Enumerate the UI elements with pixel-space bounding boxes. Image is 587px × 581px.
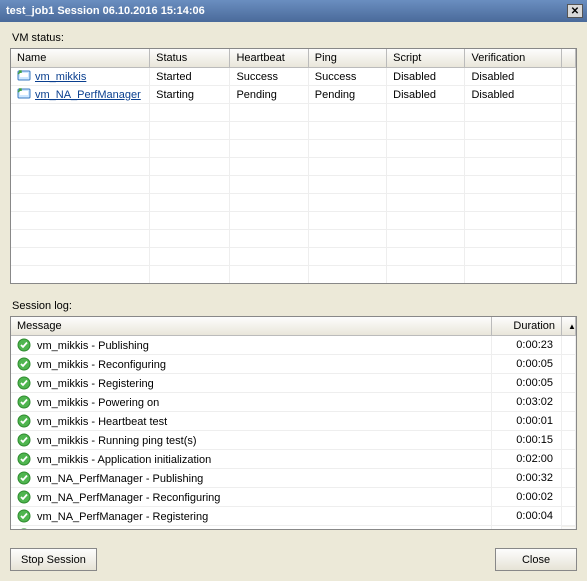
footer: Stop Session Close	[10, 536, 577, 571]
check-icon	[17, 471, 31, 485]
table-row[interactable]: vm_mikkis - Publishing 0:00:23	[11, 336, 576, 355]
vm-name-link[interactable]: vm_mikkis	[35, 71, 86, 83]
table-row[interactable]: vm_NA_PerfManager - Reconfiguring 0:00:02	[11, 488, 576, 507]
table-row	[11, 230, 576, 248]
scroll-up-icon[interactable]: ▲	[562, 317, 576, 336]
cell-status: Starting	[150, 86, 230, 104]
table-row[interactable]: vm_NA_PerfManager - Publishing 0:00:32	[11, 469, 576, 488]
log-message: vm_mikkis - Heartbeat test	[37, 416, 167, 428]
col-ping[interactable]: Ping	[308, 49, 386, 68]
table-row[interactable]: vm_mikkis - Running ping test(s) 0:00:15	[11, 431, 576, 450]
check-icon	[17, 509, 31, 523]
table-row	[11, 122, 576, 140]
vm-table-header-row: Name Status Heartbeat Ping Script Verifi…	[11, 49, 576, 68]
vm-icon	[17, 88, 31, 100]
table-row[interactable]: vm_mikkis - Application initialization 0:…	[11, 450, 576, 469]
stop-session-button[interactable]: Stop Session	[10, 548, 97, 571]
table-row	[11, 248, 576, 266]
table-row	[11, 194, 576, 212]
table-row[interactable]: vm_mikkis - Reconfiguring 0:00:05	[11, 355, 576, 374]
table-row[interactable]: vm_mikkisStartedSuccessSuccessDisabledDi…	[11, 68, 576, 86]
log-message: vm_mikkis - Running ping test(s)	[37, 435, 197, 447]
check-icon	[17, 338, 31, 352]
table-row	[11, 104, 576, 122]
log-message: vm_mikkis - Powering on	[37, 397, 159, 409]
col-verification[interactable]: Verification	[465, 49, 561, 68]
log-duration: 0:00:15	[492, 431, 562, 450]
col-message[interactable]: Message	[11, 317, 492, 336]
col-heartbeat[interactable]: Heartbeat	[230, 49, 308, 68]
col-duration[interactable]: Duration	[492, 317, 562, 336]
log-duration: 0:00:01	[492, 412, 562, 431]
close-button[interactable]: Close	[495, 548, 577, 571]
check-icon	[17, 376, 31, 390]
play-icon	[17, 528, 31, 530]
vm-status-table: Name Status Heartbeat Ping Script Verifi…	[10, 48, 577, 284]
log-duration: 0:00:02	[492, 488, 562, 507]
vm-icon	[17, 70, 31, 82]
log-message: vm_mikkis - Publishing	[37, 340, 149, 352]
log-duration: 0:00:32	[492, 469, 562, 488]
session-log-label: Session log:	[12, 300, 577, 312]
log-message: vm_mikkis - Registering	[37, 378, 154, 390]
cell-heartbeat: Pending	[230, 86, 308, 104]
table-row	[11, 212, 576, 230]
table-row[interactable]: vm_mikkis - Registering 0:00:05	[11, 374, 576, 393]
cell-status: Started	[150, 68, 230, 86]
log-message: vm_mikkis - Application initialization	[37, 454, 211, 466]
table-row[interactable]: vm_mikkis - Powering on 0:03:02	[11, 393, 576, 412]
table-row[interactable]: vm_mikkis - Heartbeat test 0:00:01	[11, 412, 576, 431]
window-title: test_job1 Session 06.10.2016 15:14:06	[6, 5, 567, 17]
cell-ping: Success	[308, 68, 386, 86]
cell-script: Disabled	[387, 86, 465, 104]
session-log-table: Message Duration ▲ vm_mikkis - Publishin…	[10, 316, 577, 530]
vm-status-label: VM status:	[12, 32, 577, 44]
table-row	[11, 176, 576, 194]
cell-verification: Disabled	[465, 86, 561, 104]
col-script[interactable]: Script	[387, 49, 465, 68]
col-spacer	[561, 49, 575, 68]
check-icon	[17, 452, 31, 466]
check-icon	[17, 490, 31, 504]
table-row[interactable]: vm_NA_PerfManager - Powering on0:00:50▼	[11, 526, 576, 531]
log-message: vm_NA_PerfManager - Registering	[37, 511, 208, 523]
table-row	[11, 158, 576, 176]
log-duration: 0:00:05	[492, 355, 562, 374]
table-row[interactable]: vm_NA_PerfManager - Registering 0:00:04	[11, 507, 576, 526]
cell-script: Disabled	[387, 68, 465, 86]
title-bar: test_job1 Session 06.10.2016 15:14:06 ✕	[0, 0, 587, 22]
log-duration: 0:00:04	[492, 507, 562, 526]
vm-name-link[interactable]: vm_NA_PerfManager	[35, 89, 141, 101]
log-duration: 0:00:50	[492, 526, 562, 531]
log-duration: 0:00:23	[492, 336, 562, 355]
dialog-body: VM status: Name Status Heartbeat Ping Sc…	[0, 22, 587, 581]
cell-ping: Pending	[308, 86, 386, 104]
table-row	[11, 140, 576, 158]
scroll-down-icon[interactable]: ▼	[562, 526, 576, 531]
log-duration: 0:02:00	[492, 450, 562, 469]
cell-heartbeat: Success	[230, 68, 308, 86]
col-status[interactable]: Status	[150, 49, 230, 68]
check-icon	[17, 357, 31, 371]
table-row[interactable]: vm_NA_PerfManagerStartingPendingPendingD…	[11, 86, 576, 104]
table-row	[11, 266, 576, 284]
log-duration: 0:00:05	[492, 374, 562, 393]
log-message: vm_mikkis - Reconfiguring	[37, 359, 166, 371]
check-icon	[17, 414, 31, 428]
cell-verification: Disabled	[465, 68, 561, 86]
col-name[interactable]: Name	[11, 49, 150, 68]
log-message: vm_NA_PerfManager - Reconfiguring	[37, 492, 220, 504]
log-message: vm_NA_PerfManager - Publishing	[37, 473, 203, 485]
check-icon	[17, 395, 31, 409]
close-icon[interactable]: ✕	[567, 4, 583, 18]
log-table-header-row: Message Duration ▲	[11, 317, 576, 336]
check-icon	[17, 433, 31, 447]
log-duration: 0:03:02	[492, 393, 562, 412]
